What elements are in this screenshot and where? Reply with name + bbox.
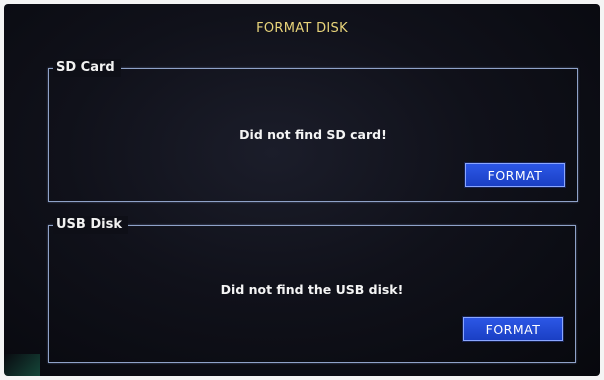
format-sd-card-button[interactable]: FORMAT xyxy=(464,162,566,188)
format-disk-screen: FORMAT DISK SD Card Did not find SD card… xyxy=(4,4,600,376)
usb-disk-section: USB Disk Did not find the USB disk! FORM… xyxy=(48,216,576,363)
usb-disk-section-label: USB Disk xyxy=(53,216,128,234)
page-title: FORMAT DISK xyxy=(256,21,348,36)
sd-card-section-label: SD Card xyxy=(53,59,121,77)
sd-card-status-message: Did not find SD card! xyxy=(239,127,387,142)
usb-disk-status-message: Did not find the USB disk! xyxy=(220,282,404,297)
sd-card-section: SD Card Did not find SD card! FORMAT xyxy=(48,59,578,202)
format-usb-disk-button[interactable]: FORMAT xyxy=(462,316,564,342)
